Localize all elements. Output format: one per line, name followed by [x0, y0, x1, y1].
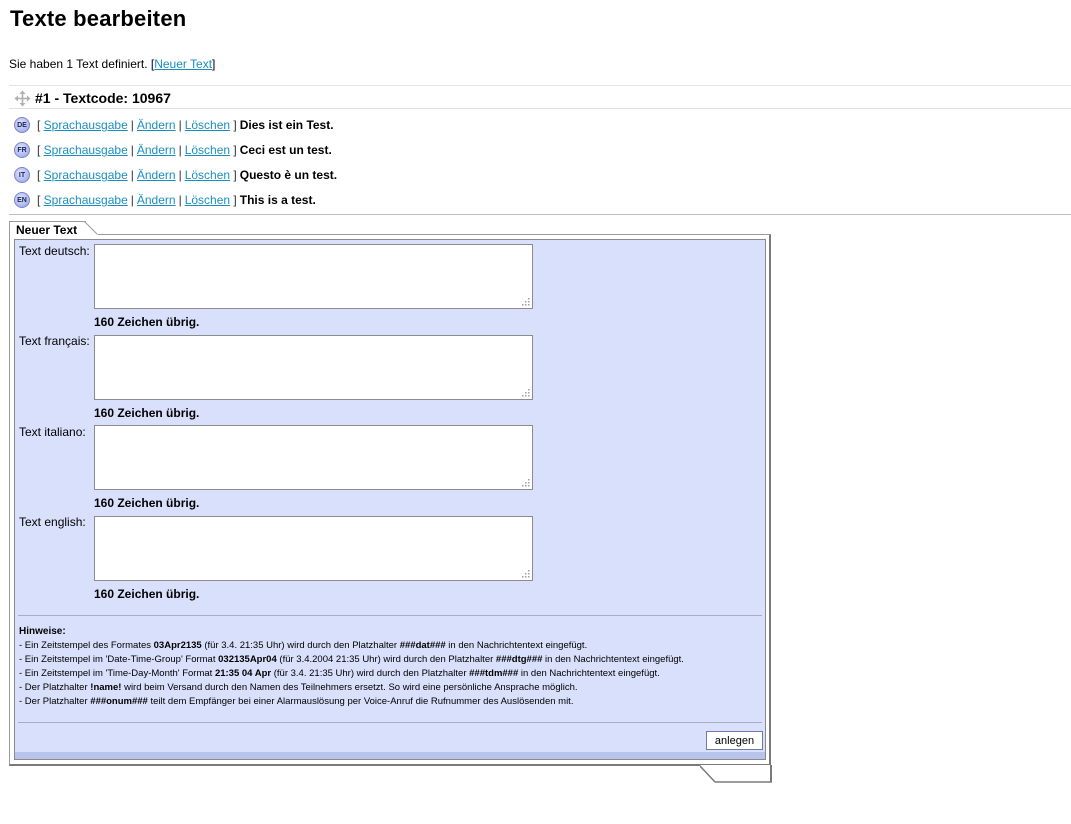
text-fr-field[interactable] [94, 335, 533, 400]
text-entry: #1 - Textcode: 10967 DE [ Sprachausgabe |… [9, 85, 1071, 215]
entry-header: #1 - Textcode: 10967 [14, 89, 171, 107]
form-bottom-strip [15, 752, 765, 759]
char-counter-it: 160 Zeichen übrig. [94, 496, 200, 510]
panel-footer-notch [700, 765, 772, 783]
entry-heading: #1 - Textcode: 10967 [35, 90, 171, 106]
label-text-it: Text italiano: [19, 425, 86, 439]
hint-line: - Ein Zeitstempel des Formates 03Apr2135… [19, 640, 588, 651]
language-text-de: Dies ist ein Test. [239, 118, 334, 132]
footer-divider [18, 722, 762, 723]
edit-link-it[interactable]: Ändern [137, 168, 176, 182]
label-text-fr: Text français: [19, 334, 90, 348]
language-text-fr: Ceci est un test. [239, 143, 332, 157]
hint-line: - Der Platzhalter !name! wird beim Versa… [19, 682, 578, 693]
text-en-field[interactable] [94, 516, 533, 581]
delete-link-it[interactable]: Löschen [185, 168, 230, 182]
edit-link-de[interactable]: Ändern [137, 118, 176, 132]
create-button[interactable]: anlegen [706, 731, 763, 750]
resize-grip-icon[interactable] [521, 388, 530, 397]
hint-line: - Der Platzhalter ###onum### teilt dem E… [19, 696, 574, 707]
hints-divider [18, 615, 762, 616]
text-it-field[interactable] [94, 425, 533, 490]
language-badge-icon: IT [14, 167, 30, 183]
edit-link-en[interactable]: Ändern [137, 193, 176, 207]
speech-link-de[interactable]: Sprachausgabe [44, 118, 128, 132]
tab-corner [84, 221, 98, 235]
summary-prefix: Sie haben 1 Text definiert. [ [9, 57, 155, 71]
hint-line: - Ein Zeitstempel im 'Date-Time-Group' F… [19, 654, 684, 665]
language-badge-icon: DE [14, 117, 30, 133]
delete-link-en[interactable]: Löschen [185, 193, 230, 207]
language-row-de: DE [ Sprachausgabe | Ändern | Löschen ] Dies… [14, 116, 334, 134]
label-text-en: Text english: [19, 515, 86, 529]
language-row-it: IT [ Sprachausgabe | Ändern | Löschen ] Ques… [14, 166, 337, 184]
text-summary: Sie haben 1 Text definiert. [Neuer Text] [9, 57, 215, 71]
resize-grip-icon[interactable] [521, 478, 530, 487]
entry-divider [9, 108, 1071, 109]
speech-link-fr[interactable]: Sprachausgabe [44, 143, 128, 157]
tab-label: Neuer Text [16, 223, 78, 237]
summary-suffix: ] [212, 57, 216, 71]
move-arrows-icon[interactable] [14, 90, 31, 107]
language-badge-icon: FR [14, 142, 30, 158]
delete-link-de[interactable]: Löschen [185, 118, 230, 132]
text-de-field[interactable] [94, 244, 533, 309]
hint-line: - Ein Zeitstempel im 'Time-Day-Month' Fo… [19, 668, 660, 679]
delete-link-fr[interactable]: Löschen [185, 143, 230, 157]
language-text-it: Questo è un test. [239, 168, 338, 182]
speech-link-it[interactable]: Sprachausgabe [44, 168, 128, 182]
char-counter-de: 160 Zeichen übrig. [94, 315, 200, 329]
label-text-de: Text deutsch: [19, 244, 90, 258]
language-row-fr: FR [ Sprachausgabe | Ändern | Löschen ] Ceci… [14, 141, 332, 159]
new-text-link[interactable]: Neuer Text [154, 57, 212, 71]
hints-title: Hinweise: [19, 626, 66, 637]
char-counter-fr: 160 Zeichen übrig. [94, 406, 200, 420]
language-row-en: EN [ Sprachausgabe | Ändern | Löschen ] This… [14, 191, 316, 209]
speech-link-en[interactable]: Sprachausgabe [44, 193, 128, 207]
language-badge-icon: EN [14, 192, 30, 208]
char-counter-en: 160 Zeichen übrig. [94, 587, 200, 601]
edit-link-fr[interactable]: Ändern [137, 143, 176, 157]
resize-grip-icon[interactable] [521, 569, 530, 578]
language-text-en: This is a test. [239, 193, 316, 207]
resize-grip-icon[interactable] [521, 297, 530, 306]
page-title: Texte bearbeiten [10, 6, 187, 31]
